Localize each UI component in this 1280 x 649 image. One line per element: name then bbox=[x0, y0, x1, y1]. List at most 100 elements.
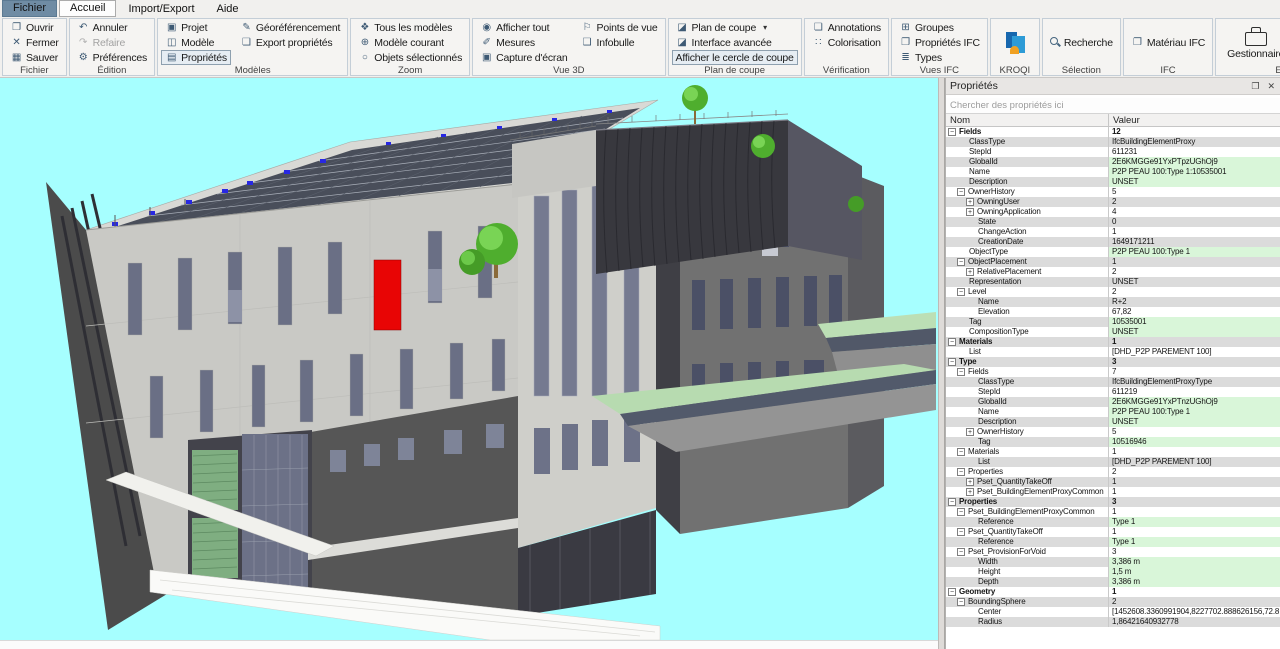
property-row[interactable]: ReferenceType 1 bbox=[946, 537, 1280, 547]
property-row[interactable]: −Geometry1 bbox=[946, 587, 1280, 597]
gestionnaire-button[interactable]: Gestionnaire bbox=[1219, 20, 1280, 65]
mesures-button[interactable]: ✐Mesures bbox=[476, 35, 571, 50]
property-row[interactable]: RepresentationUNSET bbox=[946, 277, 1280, 287]
property-row[interactable]: Width3,386 m bbox=[946, 557, 1280, 567]
georeferencement-button[interactable]: ✎Géoréférencement bbox=[236, 20, 344, 35]
capture-ecran-button[interactable]: ▣Capture d'écran bbox=[476, 50, 571, 65]
export-proprietes-button[interactable]: ❏Export propriétés bbox=[236, 35, 344, 50]
collapse-icon[interactable]: − bbox=[957, 368, 965, 376]
property-row[interactable]: Center[1452608.3360991904,8227702.888626… bbox=[946, 607, 1280, 617]
tab-fichier[interactable]: Fichier bbox=[2, 0, 57, 17]
collapse-icon[interactable]: − bbox=[948, 358, 956, 366]
colorisation-button[interactable]: ∷Colorisation bbox=[808, 35, 885, 50]
property-row[interactable]: NameP2P PEAU 100:Type 1 bbox=[946, 407, 1280, 417]
property-row[interactable]: ReferenceType 1 bbox=[946, 517, 1280, 527]
proprietes-ifc-button[interactable]: ❐Propriétés IFC bbox=[895, 35, 984, 50]
expand-icon[interactable]: + bbox=[966, 478, 974, 486]
proprietes-button[interactable]: ▤Propriétés bbox=[161, 50, 231, 65]
recherche-button[interactable]: Recherche bbox=[1046, 35, 1117, 50]
property-row[interactable]: −Fields12 bbox=[946, 127, 1280, 137]
property-row[interactable]: −Properties3 bbox=[946, 497, 1280, 507]
plan-de-coupe-btn-button[interactable]: ◪Plan de coupe▾ bbox=[672, 20, 798, 35]
property-row[interactable]: NameR+2 bbox=[946, 297, 1280, 307]
property-row[interactable]: CompositionTypeUNSET bbox=[946, 327, 1280, 337]
float-panel-icon[interactable]: ❐ bbox=[1251, 81, 1259, 92]
types-button[interactable]: ≣Types bbox=[895, 50, 984, 65]
preferences-button[interactable]: ⚙Préférences bbox=[73, 50, 151, 65]
property-row[interactable]: ObjectTypeP2P PEAU 100:Type 1 bbox=[946, 247, 1280, 257]
points-de-vue-button[interactable]: ⚐Points de vue bbox=[577, 20, 662, 35]
property-row[interactable]: −Level2 bbox=[946, 287, 1280, 297]
property-row[interactable]: StepId611231 bbox=[946, 147, 1280, 157]
column-header-nom[interactable]: Nom bbox=[946, 114, 1109, 127]
collapse-icon[interactable]: − bbox=[948, 498, 956, 506]
property-row[interactable]: GlobalId2E6KMGGe91YxPTpzUGhOj9 bbox=[946, 157, 1280, 167]
property-row[interactable]: −Fields7 bbox=[946, 367, 1280, 377]
tab-import-export[interactable]: Import/Export bbox=[118, 2, 204, 17]
property-row[interactable]: −Pset_BuildingElementProxyCommon1 bbox=[946, 507, 1280, 517]
property-row[interactable]: GlobalId2E6KMGGe91YxPTnzUGhOj9 bbox=[946, 397, 1280, 407]
property-row[interactable]: StepId611219 bbox=[946, 387, 1280, 397]
property-row[interactable]: List[DHD_P2P PAREMENT 100] bbox=[946, 347, 1280, 357]
fermer-button[interactable]: ✕Fermer bbox=[6, 35, 63, 50]
property-row[interactable]: −Properties2 bbox=[946, 467, 1280, 477]
property-row[interactable]: DescriptionUNSET bbox=[946, 177, 1280, 187]
collapse-icon[interactable]: − bbox=[957, 508, 965, 516]
property-row[interactable]: −ObjectPlacement1 bbox=[946, 257, 1280, 267]
property-row[interactable]: Elevation67,82 bbox=[946, 307, 1280, 317]
collapse-icon[interactable]: − bbox=[957, 288, 965, 296]
property-row[interactable]: +OwnerHistory5 bbox=[946, 427, 1280, 437]
property-search-input[interactable] bbox=[946, 98, 1280, 114]
collapse-icon[interactable]: − bbox=[957, 258, 965, 266]
afficher-tout-button[interactable]: ◉Afficher tout bbox=[476, 20, 571, 35]
property-row[interactable]: +Pset_BuildingElementProxyCommon1 bbox=[946, 487, 1280, 497]
tous-les-modeles-button[interactable]: ❖Tous les modèles bbox=[354, 20, 466, 35]
property-row[interactable]: Depth3,386 m bbox=[946, 577, 1280, 587]
afficher-cercle-coupe-button[interactable]: Afficher le cercle de coupe bbox=[672, 50, 798, 65]
property-row[interactable]: −Materials1 bbox=[946, 337, 1280, 347]
property-row[interactable]: −Materials1 bbox=[946, 447, 1280, 457]
property-row[interactable]: Height1,5 m bbox=[946, 567, 1280, 577]
property-row[interactable]: ChangeAction1 bbox=[946, 227, 1280, 237]
interface-avancee-button[interactable]: ◪Interface avancée bbox=[672, 35, 798, 50]
property-row[interactable]: +RelativePlacement2 bbox=[946, 267, 1280, 277]
property-row[interactable]: +OwningApplication4 bbox=[946, 207, 1280, 217]
ouvrir-button[interactable]: ❐Ouvrir bbox=[6, 20, 63, 35]
modele-button[interactable]: ◫Modèle bbox=[161, 35, 231, 50]
kroqi-btn-button[interactable] bbox=[994, 20, 1036, 65]
expand-icon[interactable]: + bbox=[966, 198, 974, 206]
tab-accueil[interactable]: Accueil bbox=[59, 0, 116, 17]
collapse-icon[interactable]: − bbox=[948, 128, 956, 136]
tab-aide[interactable]: Aide bbox=[207, 2, 249, 17]
property-row[interactable]: CreationDate1649171211 bbox=[946, 237, 1280, 247]
property-row[interactable]: −Type3 bbox=[946, 357, 1280, 367]
groupes-button[interactable]: ⊞Groupes bbox=[895, 20, 984, 35]
collapse-icon[interactable]: − bbox=[957, 548, 965, 556]
property-row[interactable]: Radius1,86421640932778 bbox=[946, 617, 1280, 627]
objets-selectionnes-button[interactable]: ○Objets sélectionnés bbox=[354, 50, 466, 65]
property-row[interactable]: +Pset_QuantityTakeOff1 bbox=[946, 477, 1280, 487]
property-row[interactable]: −Pset_ProvisionForVoid3 bbox=[946, 547, 1280, 557]
panel-splitter[interactable] bbox=[938, 78, 945, 649]
expand-icon[interactable]: + bbox=[966, 488, 974, 496]
annuler-button[interactable]: ↶Annuler bbox=[73, 20, 151, 35]
column-header-valeur[interactable]: Valeur bbox=[1109, 115, 1280, 126]
property-row[interactable]: DescriptionUNSET bbox=[946, 417, 1280, 427]
collapse-icon[interactable]: − bbox=[957, 468, 965, 476]
materiau-ifc-button[interactable]: ❐Matériau IFC bbox=[1127, 35, 1209, 50]
close-panel-icon[interactable]: ✕ bbox=[1267, 81, 1275, 92]
annotations-button[interactable]: ❏Annotations bbox=[808, 20, 885, 35]
collapse-icon[interactable]: − bbox=[957, 188, 965, 196]
collapse-icon[interactable]: − bbox=[957, 448, 965, 456]
expand-icon[interactable]: + bbox=[966, 428, 974, 436]
collapse-icon[interactable]: − bbox=[948, 588, 956, 596]
property-row[interactable]: List[DHD_P2P PAREMENT 100] bbox=[946, 457, 1280, 467]
modele-courant-button[interactable]: ⊕Modèle courant bbox=[354, 35, 466, 50]
property-row[interactable]: Tag10516946 bbox=[946, 437, 1280, 447]
refaire-button[interactable]: ↷Refaire bbox=[73, 35, 151, 50]
sauver-button[interactable]: ▦Sauver bbox=[6, 50, 63, 65]
3d-viewport[interactable] bbox=[0, 78, 938, 640]
property-row[interactable]: ClassTypeIfcBuildingElementProxyType bbox=[946, 377, 1280, 387]
infobulle-button[interactable]: ❑Infobulle bbox=[577, 35, 662, 50]
property-row[interactable]: ClassTypeIfcBuildingElementProxy bbox=[946, 137, 1280, 147]
